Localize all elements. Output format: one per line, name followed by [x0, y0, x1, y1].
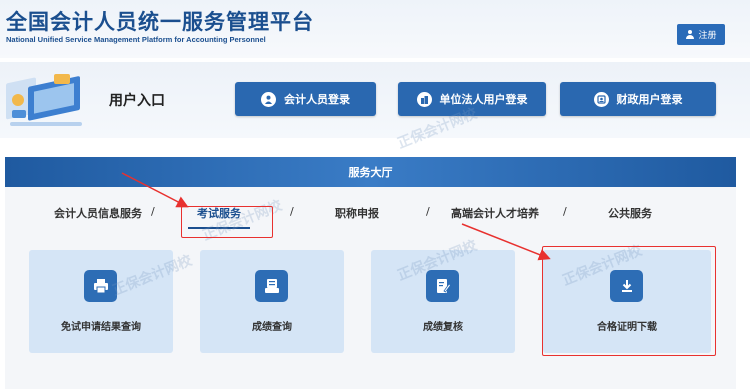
annotation-arrows — [121, 172, 551, 261]
arrow-to-exam-service — [121, 172, 189, 208]
arrow-to-certificate-download — [461, 223, 551, 261]
